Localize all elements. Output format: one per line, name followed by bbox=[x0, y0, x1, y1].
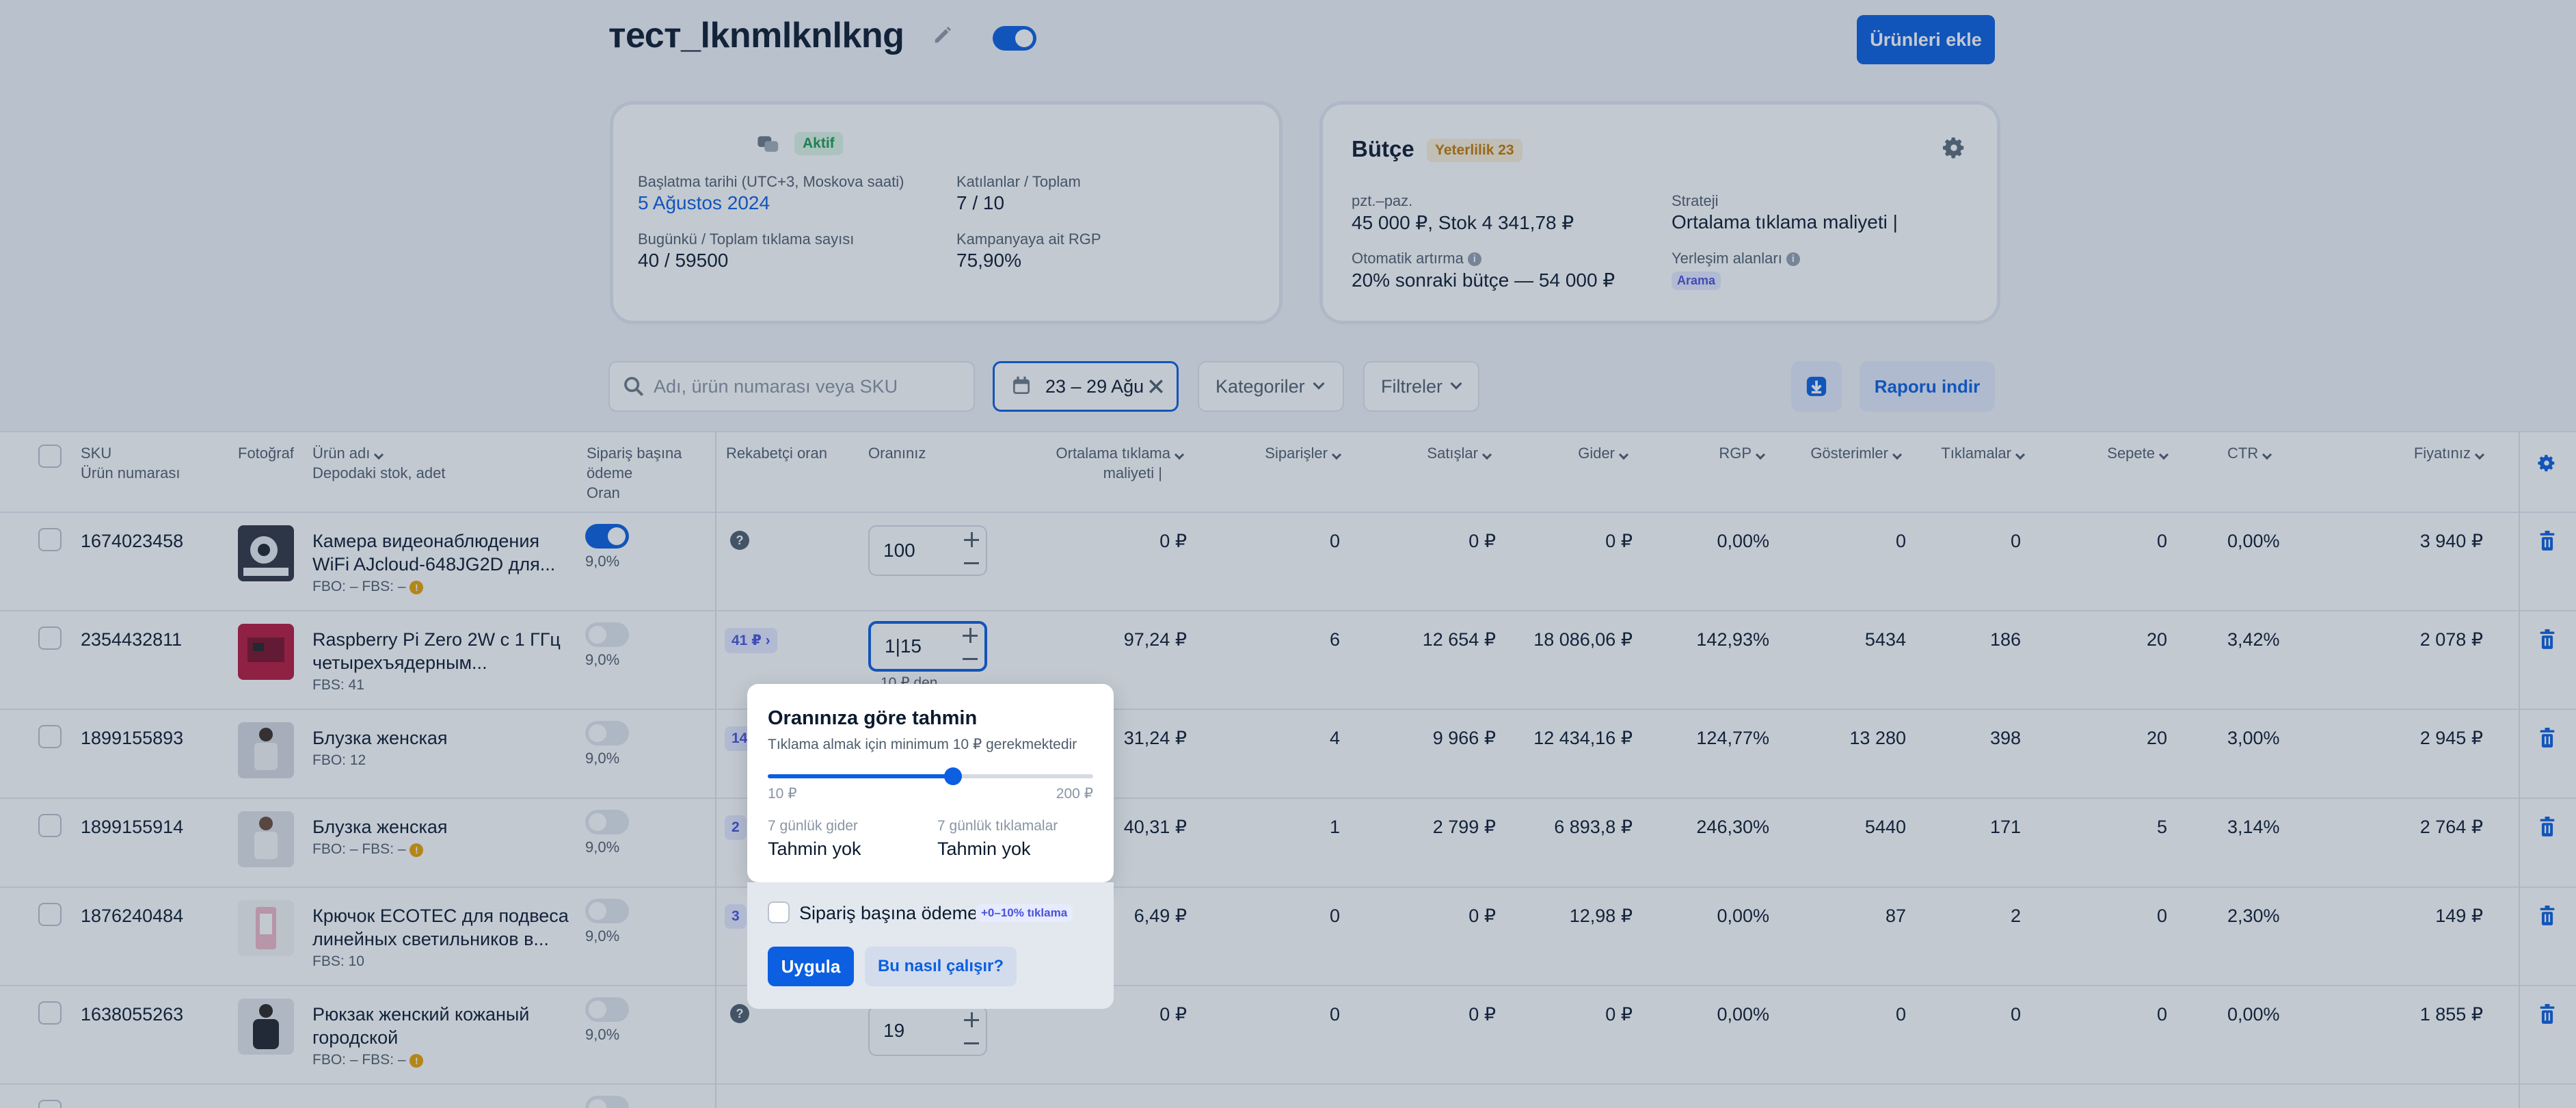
slider-handle[interactable] bbox=[944, 767, 963, 785]
expense-forecast-value: Tahmin yok bbox=[768, 839, 861, 859]
clicks-forecast-label: 7 günlük tıklamalar bbox=[937, 818, 1058, 834]
ppo-badge: +0–10% tıklama bbox=[976, 904, 1073, 922]
campaign-page: тест_lknmlknlkng Ürünleri ekle Aktif Baş… bbox=[0, 0, 2576, 1108]
slider-fill bbox=[768, 774, 954, 778]
bid-slider[interactable] bbox=[768, 767, 1093, 785]
pay-per-order-checkbox[interactable] bbox=[768, 901, 790, 923]
slider-min: 10 ₽ bbox=[768, 786, 797, 802]
pay-per-order-label: Sipariş başına ödeme bbox=[799, 903, 978, 923]
popup-subtitle: Tıklama almak için minimum 10 ₽ gerekmek… bbox=[768, 737, 1077, 752]
popup-title: Oranınıza göre tahmin bbox=[768, 707, 978, 729]
clicks-forecast-value: Tahmin yok bbox=[937, 839, 1031, 859]
how-it-works-button[interactable]: Bu nasıl çalışır? bbox=[865, 947, 1017, 986]
popup-actions: Sipariş başına ödeme +0–10% tıklama Uygu… bbox=[747, 882, 1114, 1009]
expense-forecast-label: 7 günlük gider bbox=[768, 818, 858, 834]
apply-button[interactable]: Uygula bbox=[768, 947, 854, 986]
forecast-popup: Oranınıza göre tahmin Tıklama almak için… bbox=[747, 684, 1114, 882]
slider-max: 200 ₽ bbox=[1056, 786, 1093, 802]
modal-overlay[interactable] bbox=[0, 0, 2576, 1108]
